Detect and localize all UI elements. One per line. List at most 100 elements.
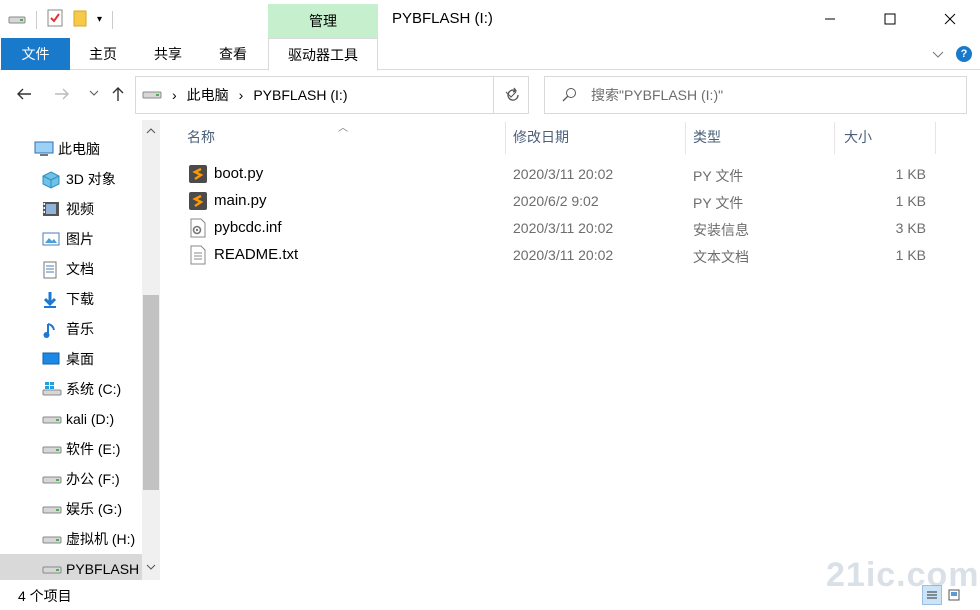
drive-icon [142,87,162,103]
column-divider[interactable] [935,122,936,154]
nav-item-11[interactable]: 办公 (F:) [0,464,142,494]
drive-icon [42,471,62,487]
forward-button[interactable] [52,84,72,104]
nav-item-10[interactable]: 软件 (E:) [0,434,142,464]
drive-icon [42,441,62,457]
column-header-date[interactable]: 修改日期 [513,120,685,154]
breadcrumb-this-pc[interactable]: 此电脑 [187,85,229,105]
nav-item-7[interactable]: 桌面 [0,344,142,374]
column-label: 大小 [844,129,872,145]
nav-item-label: 3D 对象 [66,171,116,187]
nav-item-9[interactable]: kali (D:) [0,404,142,434]
breadcrumb-separator[interactable]: › [239,87,244,103]
scroll-down-button[interactable] [142,558,160,576]
navigation-pane: 此电脑 3D 对象视频 图片文档下载音乐桌面系统 (C:) kali (D:) 软件 (… [0,120,161,580]
expand-ribbon-icon[interactable] [932,46,944,62]
file-row[interactable]: main.py 2020/6/2 9:02 PY 文件 1 KB [182,188,942,215]
nav-scrollbar[interactable] [142,120,160,580]
nav-item-label: 软件 (E:) [66,441,121,457]
column-header-type[interactable]: 类型 [693,120,833,154]
file-type: 文本文档 [693,249,749,265]
tab-view[interactable]: 查看 [210,38,256,70]
address-toolbar: › 此电脑 › PYBFLASH (I:) [0,70,980,120]
chevron-down-icon [146,564,156,570]
breadcrumb-separator[interactable]: › [172,87,177,103]
tab-home[interactable]: 主页 [80,38,126,70]
documents-icon [42,261,60,279]
explorer-window: ▾ 管理 PYBFLASH (I:) 文件 主页 共享 查看 驱动器工具 ? ›… [0,0,980,610]
windows-drive-icon [42,381,62,397]
tab-drive-tools[interactable]: 驱动器工具 [268,38,378,71]
file-type: 安装信息 [693,222,749,238]
back-button[interactable] [14,84,34,104]
video-icon [42,201,60,217]
item-count: 4 个项目 [18,588,72,604]
column-label: 修改日期 [513,129,569,145]
nav-item-label: 文档 [66,261,94,277]
chevron-down-icon [89,90,99,96]
nav-item-4[interactable]: 文档 [0,254,142,284]
column-header-size[interactable]: 大小 [844,120,934,154]
file-date-modified: 2020/6/2 9:02 [513,193,599,209]
ribbon-controls: ? [932,46,972,62]
nav-item-2[interactable]: 视频 [0,194,142,224]
column-divider[interactable] [834,122,835,154]
quick-access-toolbar: ▾ [8,9,114,30]
tab-share[interactable]: 共享 [145,38,191,70]
nav-item-8[interactable]: 系统 (C:) [0,374,142,404]
drive-icon [42,531,62,547]
breadcrumb-pybflash[interactable]: PYBFLASH (I:) [253,87,347,103]
file-row[interactable]: README.txt 2020/3/11 20:02 文本文档 1 KB [182,242,942,269]
column-divider[interactable] [505,122,506,154]
nav-item-14[interactable]: PYBFLASH (I:) [0,554,160,580]
properties-icon[interactable] [47,9,63,30]
text-file-icon [188,245,208,265]
nav-list: 此电脑 3D 对象视频 图片文档下载音乐桌面系统 (C:) kali (D:) 软件 (… [0,134,160,580]
music-icon [42,321,60,338]
file-date-modified: 2020/3/11 20:02 [513,166,614,182]
scrollbar-thumb[interactable] [143,295,159,490]
file-size: 1 KB [895,247,926,263]
cube-3d-icon [42,171,60,189]
new-folder-icon[interactable] [73,9,87,30]
maximize-button[interactable] [860,0,920,38]
address-bar[interactable]: › 此电脑 › PYBFLASH (I:) [135,76,529,114]
search-input[interactable] [591,87,951,103]
nav-item-label: 虚拟机 (H:) [66,531,136,547]
nav-item-label: kali (D:) [66,411,115,427]
tab-file[interactable]: 文件 [1,38,70,70]
nav-item-3[interactable]: 图片 [0,224,142,254]
customize-toolbar-icon[interactable]: ▾ [97,14,102,25]
nav-item-1[interactable]: 3D 对象 [0,164,142,194]
title-bar: ▾ 管理 PYBFLASH (I:) [0,0,980,38]
minimize-button[interactable] [800,0,860,38]
breadcrumb: › 此电脑 › PYBFLASH (I:) [136,85,494,105]
setup-info-icon [188,218,208,238]
nav-item-label: 下载 [66,291,94,307]
recent-locations-button[interactable] [84,84,104,104]
file-name: boot.py [214,165,264,182]
nav-item-13[interactable]: 虚拟机 (H:) [0,524,142,554]
python-file-icon [188,191,208,211]
watermark: 21ic.com [826,556,980,594]
file-name: pybcdc.inf [214,219,282,236]
search-box[interactable] [544,76,967,114]
scroll-up-button[interactable] [142,122,160,140]
refresh-button[interactable] [493,76,531,114]
column-divider[interactable] [685,122,686,154]
nav-item-12[interactable]: 娱乐 (G:) [0,494,142,524]
file-row[interactable]: pybcdc.inf 2020/3/11 20:02 安装信息 3 KB [182,215,942,242]
python-file-icon [188,164,208,184]
toolbar-divider [36,10,37,29]
nav-item-6[interactable]: 音乐 [0,314,142,344]
up-button[interactable] [108,84,128,104]
file-type: PY 文件 [693,168,744,184]
nav-item-0[interactable]: 此电脑 [0,134,142,164]
nav-item-5[interactable]: 下载 [0,284,142,314]
nav-item-label: 音乐 [66,321,94,337]
close-button[interactable] [920,0,980,38]
file-row[interactable]: boot.py 2020/3/11 20:02 PY 文件 1 KB [182,161,942,188]
drive-icon [8,12,26,28]
help-icon[interactable]: ? [956,46,972,62]
nav-item-label: 系统 (C:) [66,381,122,397]
